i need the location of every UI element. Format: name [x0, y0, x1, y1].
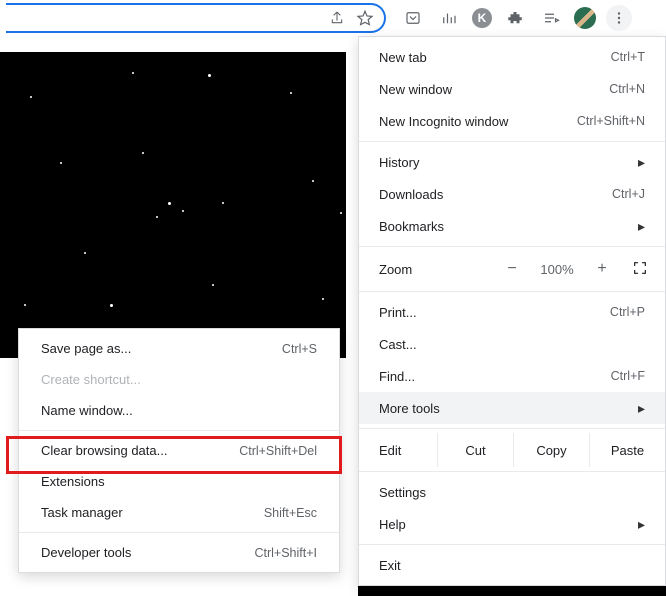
menu-exit[interactable]: Exit — [359, 549, 665, 581]
submenu-extensions[interactable]: Extensions — [19, 466, 339, 497]
menu-separator — [19, 532, 339, 533]
menu-separator — [359, 246, 665, 247]
zoom-value: 100% — [533, 262, 581, 277]
chevron-right-icon: ▸ — [638, 400, 645, 417]
menu-label: Developer tools — [41, 545, 254, 560]
edit-label: Edit — [359, 433, 437, 467]
page-content — [0, 52, 346, 358]
menu-separator — [359, 141, 665, 142]
menu-shortcut: Ctrl+P — [610, 305, 645, 319]
menu-shortcut: Ctrl+S — [282, 342, 317, 356]
chevron-right-icon: ▸ — [638, 516, 645, 533]
menu-shortcut: Ctrl+Shift+Del — [239, 444, 317, 458]
menu-label: More tools — [379, 401, 630, 416]
menu-cast[interactable]: Cast... — [359, 328, 665, 360]
profile-avatar[interactable] — [574, 7, 596, 29]
zoom-out-button[interactable]: − — [495, 260, 529, 278]
menu-find[interactable]: Find... Ctrl+F — [359, 360, 665, 392]
submenu-developer-tools[interactable]: Developer tools Ctrl+Shift+I — [19, 537, 339, 568]
menu-separator — [359, 544, 665, 545]
menu-settings[interactable]: Settings — [359, 476, 665, 508]
menu-label: Print... — [379, 305, 610, 320]
menu-label: Find... — [379, 369, 611, 384]
menu-help[interactable]: Help ▸ — [359, 508, 665, 540]
star-icon[interactable] — [352, 5, 378, 31]
zoom-label: Zoom — [379, 262, 491, 277]
more-vert-icon[interactable] — [606, 5, 632, 31]
menu-shortcut: Ctrl+N — [609, 82, 645, 96]
submenu-create-shortcut: Create shortcut... — [19, 364, 339, 395]
menu-shortcut: Ctrl+J — [612, 187, 645, 201]
menu-separator — [359, 291, 665, 292]
menu-label: Exit — [379, 558, 645, 573]
browser-menu: New tab Ctrl+T New window Ctrl+N New Inc… — [358, 36, 666, 586]
menu-more-tools[interactable]: More tools ▸ — [359, 392, 665, 424]
menu-shortcut: Shift+Esc — [264, 506, 317, 520]
browser-toolbar: K — [0, 0, 666, 36]
menu-shortcut: Ctrl+Shift+N — [577, 114, 645, 128]
menu-new-incognito[interactable]: New Incognito window Ctrl+Shift+N — [359, 105, 665, 137]
menu-zoom-row: Zoom − 100% + — [359, 251, 665, 287]
toolbar-extensions: K — [394, 5, 632, 31]
menu-label: Create shortcut... — [41, 372, 317, 387]
menu-label: Extensions — [41, 474, 317, 489]
more-tools-submenu: Save page as... Ctrl+S Create shortcut..… — [18, 328, 340, 573]
submenu-clear-browsing-data[interactable]: Clear browsing data... Ctrl+Shift+Del — [19, 435, 339, 466]
menu-print[interactable]: Print... Ctrl+P — [359, 296, 665, 328]
k-icon[interactable]: K — [472, 8, 492, 28]
menu-downloads[interactable]: Downloads Ctrl+J — [359, 178, 665, 210]
menu-label: Bookmarks — [379, 219, 630, 234]
menu-history[interactable]: History ▸ — [359, 146, 665, 178]
chevron-right-icon: ▸ — [638, 218, 645, 235]
menu-separator — [359, 428, 665, 429]
stats-icon[interactable] — [436, 5, 462, 31]
menu-edit-row: Edit Cut Copy Paste — [359, 433, 665, 467]
playlist-icon[interactable] — [538, 5, 564, 31]
menu-label: Help — [379, 517, 630, 532]
menu-label: Save page as... — [41, 341, 282, 356]
menu-new-window[interactable]: New window Ctrl+N — [359, 73, 665, 105]
submenu-task-manager[interactable]: Task manager Shift+Esc — [19, 497, 339, 528]
edit-cut-button[interactable]: Cut — [437, 433, 513, 467]
menu-label: Name window... — [41, 403, 317, 418]
menu-label: Settings — [379, 485, 645, 500]
chevron-right-icon: ▸ — [638, 154, 645, 171]
menu-label: Downloads — [379, 187, 612, 202]
edit-paste-button[interactable]: Paste — [589, 433, 665, 467]
menu-label: Clear browsing data... — [41, 443, 239, 458]
menu-label: Cast... — [379, 337, 645, 352]
menu-label: New tab — [379, 50, 611, 65]
menu-shortcut: Ctrl+Shift+I — [254, 546, 317, 560]
share-icon[interactable] — [324, 5, 350, 31]
menu-label: History — [379, 155, 630, 170]
menu-label: New Incognito window — [379, 114, 577, 129]
edit-copy-button[interactable]: Copy — [513, 433, 589, 467]
submenu-name-window[interactable]: Name window... — [19, 395, 339, 426]
menu-separator — [359, 471, 665, 472]
menu-new-tab[interactable]: New tab Ctrl+T — [359, 41, 665, 73]
menu-shortcut: Ctrl+T — [611, 50, 645, 64]
menu-separator — [19, 430, 339, 431]
omnibox[interactable] — [6, 3, 386, 33]
zoom-in-button[interactable]: + — [585, 260, 619, 278]
menu-label: Task manager — [41, 505, 264, 520]
submenu-save-page[interactable]: Save page as... Ctrl+S — [19, 333, 339, 364]
extensions-puzzle-icon[interactable] — [502, 5, 528, 31]
fullscreen-button[interactable] — [623, 260, 657, 279]
menu-shortcut: Ctrl+F — [611, 369, 645, 383]
menu-bookmarks[interactable]: Bookmarks ▸ — [359, 210, 665, 242]
pocket-icon[interactable] — [400, 5, 426, 31]
menu-label: New window — [379, 82, 609, 97]
